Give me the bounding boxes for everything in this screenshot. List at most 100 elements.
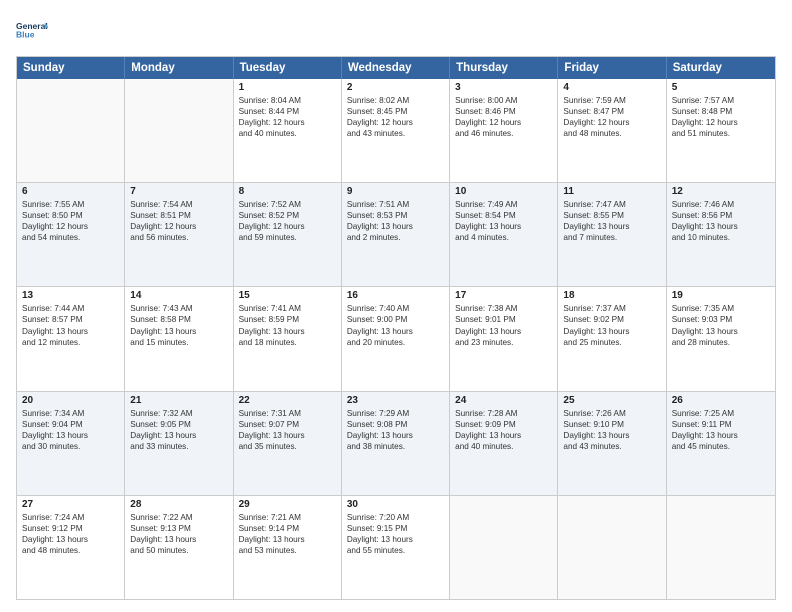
cell-line: and 51 minutes.	[672, 128, 770, 139]
day-number: 1	[239, 82, 336, 93]
cell-line: and 40 minutes.	[455, 441, 552, 452]
cell-line: Sunset: 8:55 PM	[563, 210, 660, 221]
cell-line: Sunset: 8:46 PM	[455, 106, 552, 117]
cell-line: and 59 minutes.	[239, 232, 336, 243]
cell-line: Daylight: 13 hours	[563, 221, 660, 232]
cell-line: and 28 minutes.	[672, 337, 770, 348]
calendar-cell: 10Sunrise: 7:49 AMSunset: 8:54 PMDayligh…	[450, 183, 558, 286]
calendar-cell: 15Sunrise: 7:41 AMSunset: 8:59 PMDayligh…	[234, 287, 342, 390]
cell-line: Daylight: 12 hours	[672, 117, 770, 128]
calendar-cell: 18Sunrise: 7:37 AMSunset: 9:02 PMDayligh…	[558, 287, 666, 390]
calendar-cell: 6Sunrise: 7:55 AMSunset: 8:50 PMDaylight…	[17, 183, 125, 286]
calendar-cell: 16Sunrise: 7:40 AMSunset: 9:00 PMDayligh…	[342, 287, 450, 390]
cell-line: Sunrise: 7:26 AM	[563, 408, 660, 419]
cell-line: Sunrise: 7:57 AM	[672, 95, 770, 106]
cell-line: Sunset: 8:53 PM	[347, 210, 444, 221]
cell-line: and 15 minutes.	[130, 337, 227, 348]
cell-line: Sunset: 8:50 PM	[22, 210, 119, 221]
cell-line: Sunrise: 7:34 AM	[22, 408, 119, 419]
cell-line: Sunset: 8:56 PM	[672, 210, 770, 221]
cell-line: and 50 minutes.	[130, 545, 227, 556]
cell-line: Daylight: 13 hours	[455, 430, 552, 441]
calendar-cell: 12Sunrise: 7:46 AMSunset: 8:56 PMDayligh…	[667, 183, 775, 286]
calendar-cell: 9Sunrise: 7:51 AMSunset: 8:53 PMDaylight…	[342, 183, 450, 286]
cell-line: Daylight: 12 hours	[347, 117, 444, 128]
cell-line: and 38 minutes.	[347, 441, 444, 452]
cell-line: Sunset: 9:08 PM	[347, 419, 444, 430]
calendar-row-1: 6Sunrise: 7:55 AMSunset: 8:50 PMDaylight…	[17, 183, 775, 287]
header-day-tuesday: Tuesday	[234, 57, 342, 79]
day-number: 15	[239, 290, 336, 301]
cell-line: and 54 minutes.	[22, 232, 119, 243]
cell-line: and 40 minutes.	[239, 128, 336, 139]
cell-line: Sunset: 9:11 PM	[672, 419, 770, 430]
cell-line: Sunrise: 8:00 AM	[455, 95, 552, 106]
cell-line: Sunset: 8:51 PM	[130, 210, 227, 221]
cell-line: Daylight: 13 hours	[455, 326, 552, 337]
calendar-cell: 5Sunrise: 7:57 AMSunset: 8:48 PMDaylight…	[667, 79, 775, 182]
day-number: 2	[347, 82, 444, 93]
cell-line: and 56 minutes.	[130, 232, 227, 243]
cell-line: Sunrise: 7:55 AM	[22, 199, 119, 210]
calendar-cell: 7Sunrise: 7:54 AMSunset: 8:51 PMDaylight…	[125, 183, 233, 286]
cell-line: Daylight: 13 hours	[347, 430, 444, 441]
calendar-cell	[17, 79, 125, 182]
calendar-row-3: 20Sunrise: 7:34 AMSunset: 9:04 PMDayligh…	[17, 392, 775, 496]
cell-line: and 35 minutes.	[239, 441, 336, 452]
calendar-cell	[125, 79, 233, 182]
cell-line: Sunrise: 7:40 AM	[347, 303, 444, 314]
cell-line: Sunrise: 7:54 AM	[130, 199, 227, 210]
cell-line: Daylight: 13 hours	[672, 326, 770, 337]
calendar-cell	[558, 496, 666, 599]
header-day-wednesday: Wednesday	[342, 57, 450, 79]
cell-line: Daylight: 12 hours	[130, 221, 227, 232]
cell-line: Sunset: 8:58 PM	[130, 314, 227, 325]
cell-line: Sunset: 9:07 PM	[239, 419, 336, 430]
calendar-cell: 30Sunrise: 7:20 AMSunset: 9:15 PMDayligh…	[342, 496, 450, 599]
logo-svg: General Blue	[16, 12, 48, 48]
calendar-cell: 23Sunrise: 7:29 AMSunset: 9:08 PMDayligh…	[342, 392, 450, 495]
cell-line: Daylight: 13 hours	[455, 221, 552, 232]
day-number: 12	[672, 186, 770, 197]
day-number: 4	[563, 82, 660, 93]
calendar-cell: 14Sunrise: 7:43 AMSunset: 8:58 PMDayligh…	[125, 287, 233, 390]
cell-line: Sunset: 9:15 PM	[347, 523, 444, 534]
day-number: 9	[347, 186, 444, 197]
cell-line: and 7 minutes.	[563, 232, 660, 243]
cell-line: Sunrise: 7:52 AM	[239, 199, 336, 210]
cell-line: Sunrise: 7:21 AM	[239, 512, 336, 523]
day-number: 8	[239, 186, 336, 197]
cell-line: and 46 minutes.	[455, 128, 552, 139]
cell-line: and 53 minutes.	[239, 545, 336, 556]
cell-line: Sunset: 8:52 PM	[239, 210, 336, 221]
cell-line: Sunrise: 7:35 AM	[672, 303, 770, 314]
day-number: 20	[22, 395, 119, 406]
calendar-cell: 11Sunrise: 7:47 AMSunset: 8:55 PMDayligh…	[558, 183, 666, 286]
calendar-row-4: 27Sunrise: 7:24 AMSunset: 9:12 PMDayligh…	[17, 496, 775, 599]
cell-line: Daylight: 13 hours	[22, 534, 119, 545]
logo: General Blue	[16, 12, 48, 48]
cell-line: Sunrise: 7:46 AM	[672, 199, 770, 210]
calendar-cell: 28Sunrise: 7:22 AMSunset: 9:13 PMDayligh…	[125, 496, 233, 599]
cell-line: Sunset: 8:47 PM	[563, 106, 660, 117]
day-number: 24	[455, 395, 552, 406]
cell-line: Sunset: 9:12 PM	[22, 523, 119, 534]
header-day-sunday: Sunday	[17, 57, 125, 79]
header-day-saturday: Saturday	[667, 57, 775, 79]
calendar-cell: 8Sunrise: 7:52 AMSunset: 8:52 PMDaylight…	[234, 183, 342, 286]
calendar-cell	[450, 496, 558, 599]
page: General Blue SundayMondayTuesdayWednesda…	[0, 0, 792, 612]
calendar-cell: 17Sunrise: 7:38 AMSunset: 9:01 PMDayligh…	[450, 287, 558, 390]
cell-line: Sunset: 9:03 PM	[672, 314, 770, 325]
cell-line: Sunrise: 7:37 AM	[563, 303, 660, 314]
calendar-cell	[667, 496, 775, 599]
cell-line: Sunrise: 7:20 AM	[347, 512, 444, 523]
cell-line: Sunrise: 7:24 AM	[22, 512, 119, 523]
calendar-cell: 2Sunrise: 8:02 AMSunset: 8:45 PMDaylight…	[342, 79, 450, 182]
calendar-cell: 3Sunrise: 8:00 AMSunset: 8:46 PMDaylight…	[450, 79, 558, 182]
calendar-cell: 27Sunrise: 7:24 AMSunset: 9:12 PMDayligh…	[17, 496, 125, 599]
cell-line: Daylight: 13 hours	[563, 326, 660, 337]
header: General Blue	[16, 12, 776, 48]
cell-line: Daylight: 13 hours	[563, 430, 660, 441]
calendar-cell: 1Sunrise: 8:04 AMSunset: 8:44 PMDaylight…	[234, 79, 342, 182]
